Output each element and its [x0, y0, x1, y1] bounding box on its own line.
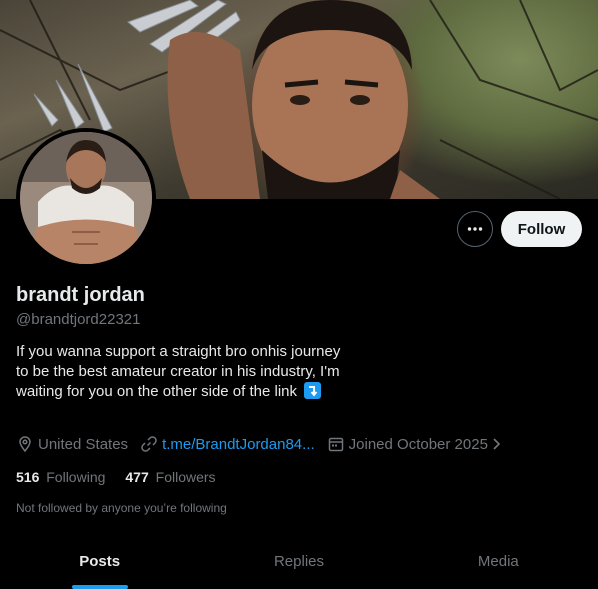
- profile-meta: United States t.me/BrandtJordan84... Joi…: [16, 434, 520, 454]
- followers-stat[interactable]: 477 Followers: [125, 469, 215, 485]
- more-dots-icon: [467, 227, 483, 231]
- location-item: United States: [16, 435, 128, 453]
- follow-stats: 516 Following 477 Followers: [16, 469, 236, 485]
- avatar-image: [20, 132, 152, 264]
- tab-label: Posts: [79, 553, 121, 570]
- following-stat[interactable]: 516 Following: [16, 469, 105, 485]
- more-options-button[interactable]: [457, 211, 493, 247]
- not-followed-text: Not followed by anyone you’re following: [16, 501, 227, 515]
- bio: If you wanna support a straight bro onhi…: [16, 342, 356, 402]
- active-tab-indicator: [71, 585, 128, 589]
- location-text: United States: [38, 435, 129, 453]
- handle: @brandtjord22321: [16, 311, 141, 328]
- calendar-icon: [328, 437, 343, 452]
- avatar[interactable]: [16, 128, 156, 268]
- bio-text: If you wanna support a straight bro onhi…: [16, 343, 341, 400]
- tab-label: Replies: [273, 553, 324, 570]
- tab-media[interactable]: Media: [399, 534, 598, 589]
- location-pin-icon: [19, 436, 31, 453]
- joined-item[interactable]: Joined October 2025: [327, 435, 508, 453]
- display-name: brandt jordan: [16, 284, 145, 306]
- follow-button[interactable]: Follow: [501, 211, 582, 247]
- profile-link[interactable]: t.me/BrandtJordan84...: [162, 436, 315, 453]
- following-count: 516: [16, 469, 40, 485]
- tab-replies[interactable]: Replies: [199, 534, 398, 589]
- link-icon: [141, 436, 157, 452]
- joined-text: Joined October 2025: [348, 435, 488, 453]
- followers-label: Followers: [155, 469, 216, 485]
- chevron-right-icon: [493, 438, 501, 450]
- link-item: t.me/BrandtJordan84...: [140, 435, 315, 453]
- following-label: Following: [46, 469, 106, 485]
- followers-count: 477: [125, 469, 149, 485]
- tab-label: Media: [477, 553, 519, 570]
- right-arrow-curving-down-emoji: [304, 382, 322, 399]
- profile-tabs: Posts Replies Media: [0, 534, 598, 589]
- tab-posts[interactable]: Posts: [0, 534, 199, 589]
